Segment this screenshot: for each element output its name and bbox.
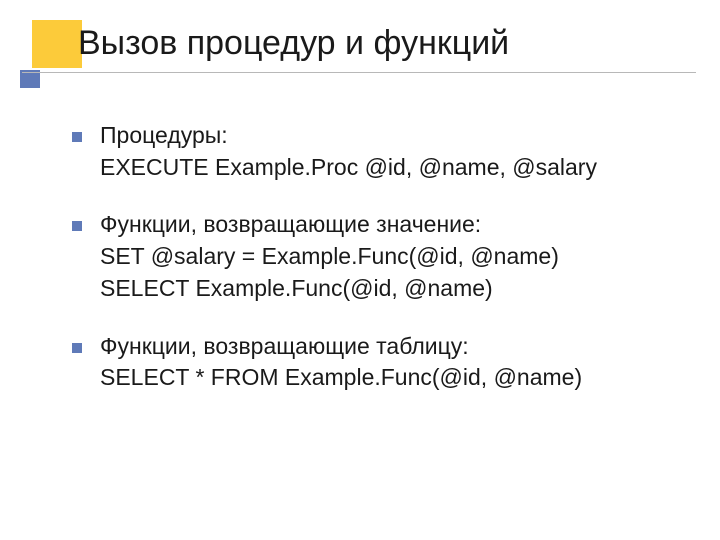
item-text: Процедуры: EXECUTE Example.Proc @id, @na… xyxy=(100,120,597,183)
content-area: Процедуры: EXECUTE Example.Proc @id, @na… xyxy=(72,120,676,420)
title-underline xyxy=(22,72,696,73)
list-item: Функции, возвращающие значение: SET @sal… xyxy=(72,209,676,304)
deco-yellow-square xyxy=(32,20,82,68)
slide-title: Вызов процедур и функций xyxy=(78,24,690,63)
list-item: Функции, возвращающие таблицу: SELECT * … xyxy=(72,331,676,394)
item-text: Функции, возвращающие таблицу: SELECT * … xyxy=(100,331,582,394)
title-area: Вызов процедур и функций xyxy=(78,24,690,67)
corner-decoration xyxy=(20,16,82,102)
item-text: Функции, возвращающие значение: SET @sal… xyxy=(100,209,559,304)
bullet-icon xyxy=(72,343,82,353)
bullet-icon xyxy=(72,221,82,231)
slide: Вызов процедур и функций Процедуры: EXEC… xyxy=(0,0,720,540)
bullet-icon xyxy=(72,132,82,142)
list-item: Процедуры: EXECUTE Example.Proc @id, @na… xyxy=(72,120,676,183)
